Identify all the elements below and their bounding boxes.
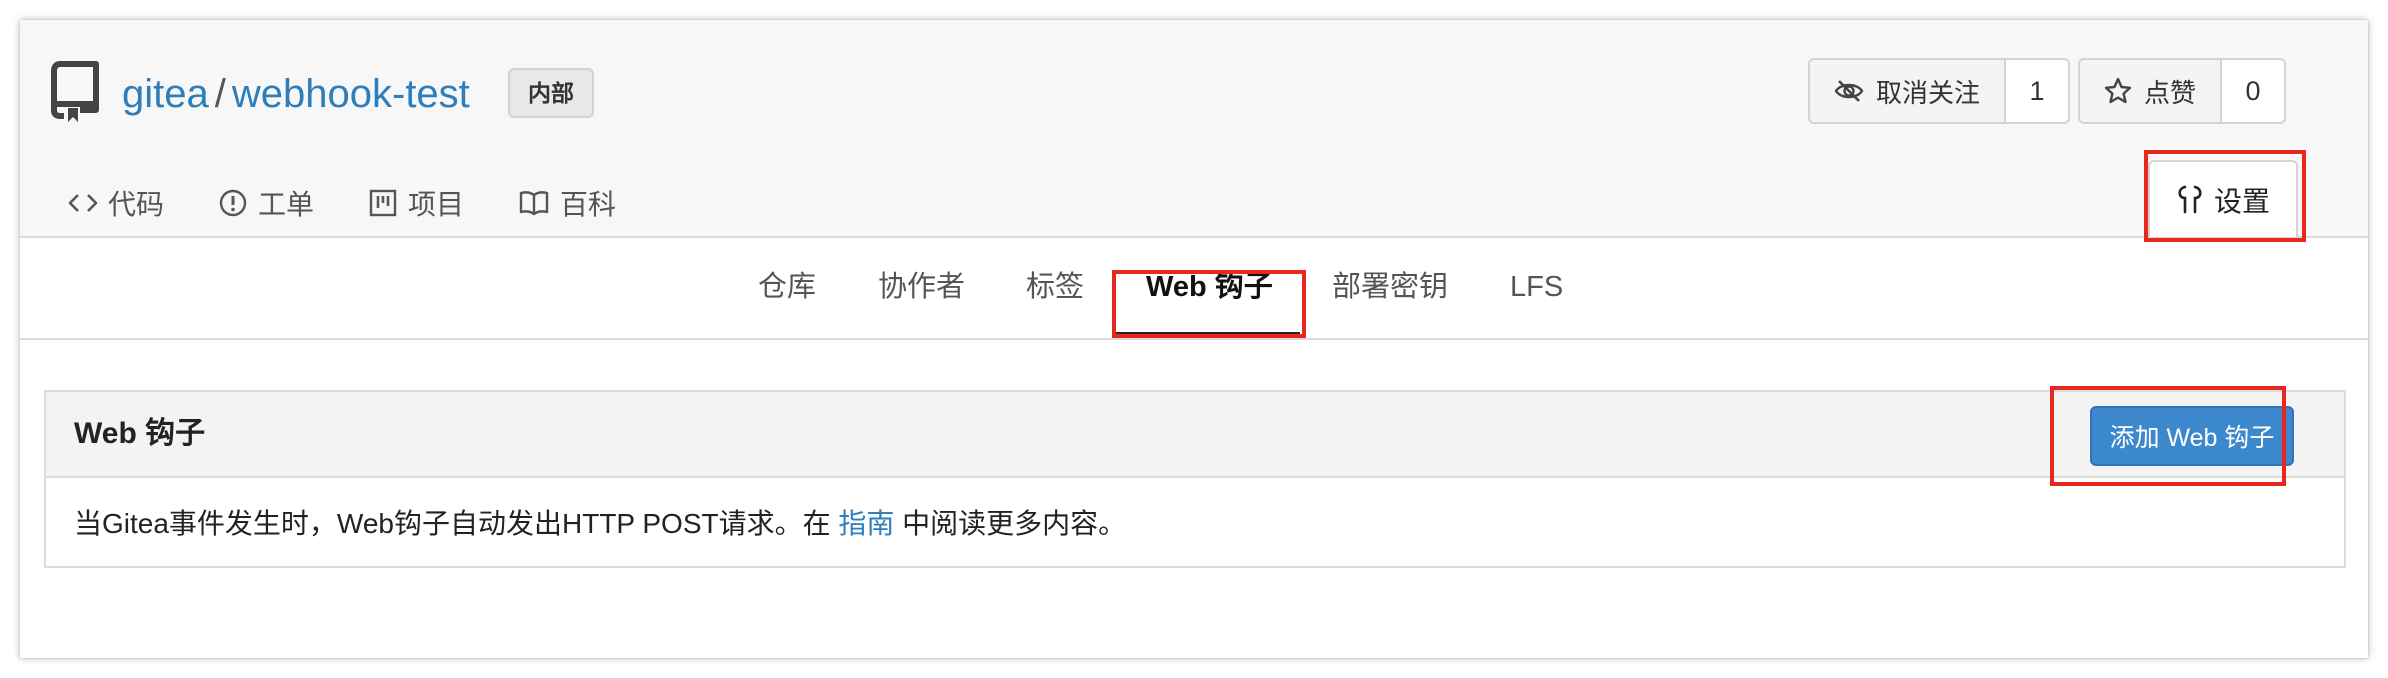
tab-repository[interactable]: 仓库: [758, 238, 816, 338]
tab-labels[interactable]: 标签: [1026, 238, 1084, 338]
repo-path-separator: /: [214, 72, 226, 116]
nav-settings[interactable]: 设置: [2148, 160, 2298, 237]
star-icon: [2104, 77, 2132, 104]
tab-collaborators[interactable]: 协作者: [878, 238, 965, 338]
stars-count[interactable]: 0: [2222, 60, 2285, 122]
unwatch-button-group: 取消关注 1: [1808, 58, 2071, 124]
book-icon: [519, 191, 549, 216]
repo-owner-link[interactable]: gitea: [122, 72, 209, 116]
unwatch-label: 取消关注: [1876, 77, 1981, 108]
tab-deploy-keys[interactable]: 部署密钥: [1332, 238, 1448, 338]
visibility-badge: 内部: [508, 68, 594, 118]
tools-icon: [2178, 185, 2202, 213]
app-window: gitea / webhook-test 内部 取消关注 1 点赞 0 代码 工…: [20, 20, 2368, 658]
issue-icon: [219, 189, 247, 217]
nav-projects[interactable]: 项目: [368, 183, 464, 223]
project-icon: [369, 189, 397, 217]
repo-name-link[interactable]: webhook-test: [232, 72, 470, 116]
repo-title: gitea / webhook-test: [122, 70, 470, 118]
nav-wiki-label: 百科: [560, 189, 617, 220]
tab-webhooks[interactable]: Web 钩子: [1146, 238, 1273, 338]
eye-slash-icon: [1834, 80, 1864, 102]
webhooks-panel: Web 钩子 添加 Web 钩子 当Gitea事件发生时，Web钩子自动发出HT…: [44, 390, 2346, 568]
nav-code-label: 代码: [108, 189, 165, 220]
webhooks-description: 当Gitea事件发生时，Web钩子自动发出HTTP POST请求。在 指南 中阅…: [74, 502, 1126, 542]
settings-subnav: 仓库 协作者 标签 Web 钩子 部署密钥 LFS: [20, 238, 2368, 340]
repo-icon: [51, 61, 99, 122]
repo-header: gitea / webhook-test 内部 取消关注 1 点赞 0 代码 工…: [20, 20, 2368, 238]
unwatch-button[interactable]: 取消关注: [1810, 60, 2007, 122]
webhooks-panel-title: Web 钩子: [74, 417, 206, 450]
code-icon: [68, 194, 98, 212]
description-text-after: 中阅读更多内容。: [894, 508, 1127, 539]
nav-projects-label: 项目: [408, 189, 465, 220]
nav-issues-label: 工单: [258, 189, 315, 220]
watchers-count[interactable]: 1: [2006, 60, 2069, 122]
add-webhook-button[interactable]: 添加 Web 钩子: [2090, 406, 2294, 466]
tab-lfs[interactable]: LFS: [1510, 238, 1563, 338]
nav-settings-label: 设置: [2213, 185, 2270, 217]
star-button[interactable]: 点赞: [2080, 60, 2223, 122]
description-text-before: 当Gitea事件发生时，Web钩子自动发出HTTP POST请求。在: [74, 508, 839, 539]
star-label: 点赞: [2144, 77, 2197, 108]
repo-nav: 代码 工单 项目 百科: [68, 178, 670, 228]
nav-code[interactable]: 代码: [68, 183, 164, 223]
webhooks-panel-header: Web 钩子 添加 Web 钩子: [46, 392, 2344, 478]
nav-issues[interactable]: 工单: [218, 183, 314, 223]
nav-wiki[interactable]: 百科: [518, 183, 616, 223]
active-tab-underline: [1114, 332, 1300, 337]
guide-link[interactable]: 指南: [838, 508, 894, 539]
star-button-group: 点赞 0: [2078, 58, 2287, 124]
